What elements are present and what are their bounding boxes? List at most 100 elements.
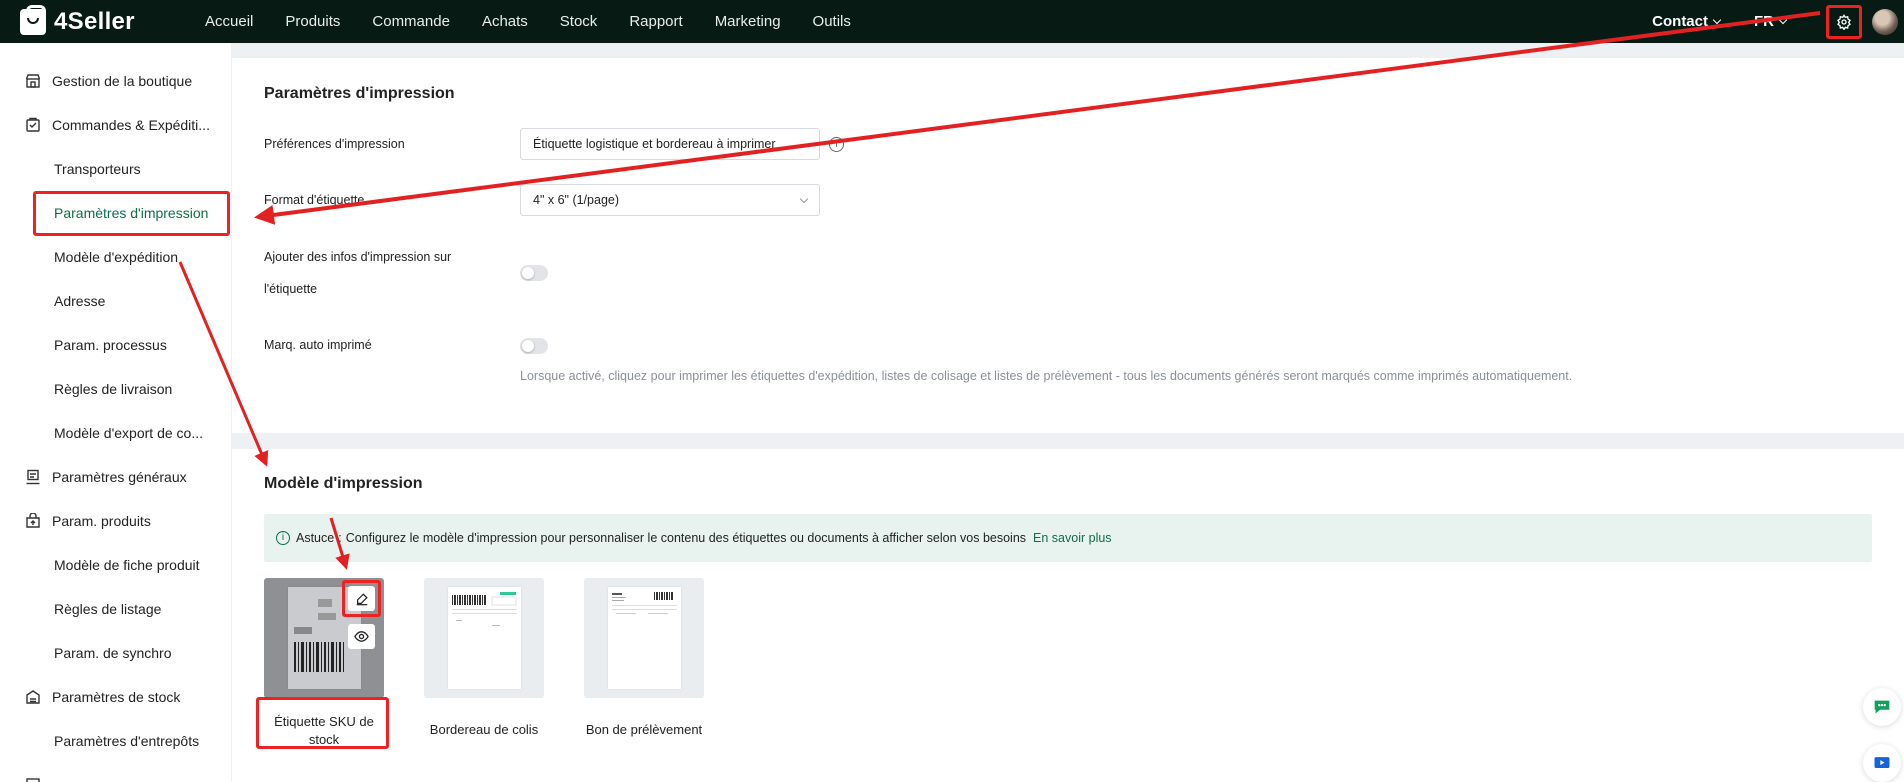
main-nav: Accueil Produits Commande Achats Stock R… xyxy=(205,13,883,30)
sidebar-item-label: Paramètres généraux xyxy=(52,469,187,485)
auto-mark-label: Marq. auto imprimé xyxy=(264,338,372,352)
sidebar-item-modele-expedition[interactable]: Modèle d'expédition xyxy=(0,235,231,279)
sidebar-item-label: Modèle d'expédition xyxy=(54,249,179,265)
auto-mark-hint: Lorsque activé, cliquez pour imprimer le… xyxy=(520,369,1573,383)
learn-more-link[interactable]: En savoir plus xyxy=(1033,531,1112,545)
sidebar-item-label: Règles de listage xyxy=(54,601,162,617)
sidebar-item-commandes-expedition[interactable]: Commandes & Expéditi... xyxy=(0,103,231,147)
nav-item-accueil[interactable]: Accueil xyxy=(205,13,253,30)
chevron-down-icon xyxy=(1712,15,1722,24)
settings-button[interactable] xyxy=(1826,4,1862,39)
template-label-packing-slip: Bordereau de colis xyxy=(429,722,539,737)
nav-item-rapport[interactable]: Rapport xyxy=(629,13,682,30)
sidebar-item-label: Règles de livraison xyxy=(54,381,173,397)
brand-logo[interactable]: 4Seller xyxy=(20,4,205,36)
tip-banner: i Astuce : Configurez le modèle d'impres… xyxy=(264,514,1872,562)
info-icon[interactable]: i xyxy=(829,137,844,152)
annotation-highlight-box xyxy=(33,191,230,236)
print-preference-value: Étiquette logistique et bordereau à impr… xyxy=(533,137,776,151)
chevron-down-icon xyxy=(1778,15,1788,24)
sidebar-item-label: Param. de synchro xyxy=(54,645,172,661)
sidebar-item-label: Adresse xyxy=(54,293,106,309)
template-thumbnail xyxy=(608,587,681,689)
sidebar-item-modele-fiche-produit[interactable]: Modèle de fiche produit xyxy=(0,543,231,587)
print-preference-label: Préférences d'impression xyxy=(264,137,405,151)
nav-item-achats[interactable]: Achats xyxy=(482,13,528,30)
nav-item-produits[interactable]: Produits xyxy=(285,13,340,30)
sidebar-item-label: Gestion de la boutique xyxy=(52,73,193,89)
gear-icon xyxy=(1837,13,1851,30)
tip-text: Configurez le modèle d'impression pour p… xyxy=(345,531,1027,545)
shopping-bag-icon xyxy=(20,4,46,35)
sidebar-item-label: Modèle de fiche produit xyxy=(54,557,200,573)
section-title: Modèle d'impression xyxy=(264,475,423,492)
video-icon xyxy=(1874,757,1890,768)
sidebar-item-label: Transporteurs xyxy=(54,161,141,177)
chevron-down-icon xyxy=(799,194,809,204)
nav-item-commande[interactable]: Commande xyxy=(372,13,450,30)
sidebar-item-parametres-stock[interactable]: Paramètres de stock xyxy=(0,675,231,719)
print-templates-panel: Modèle d'impression i Astuce : Configure… xyxy=(232,449,1904,782)
user-avatar[interactable] xyxy=(1872,8,1898,35)
sidebar-item-param-produits[interactable]: Param. produits xyxy=(0,499,231,543)
sidebar-item-label: Param. produits xyxy=(52,513,151,529)
nav-item-outils[interactable]: Outils xyxy=(813,13,851,30)
sidebar-item-transporteurs[interactable]: Transporteurs xyxy=(0,147,231,191)
label-format-select[interactable]: 4" x 6" (1/page) xyxy=(520,184,820,216)
eye-icon xyxy=(354,631,369,642)
contact-menu[interactable]: Contact xyxy=(1652,13,1722,30)
nav-item-marketing[interactable]: Marketing xyxy=(715,13,781,30)
sidebar-item-parametres-entrepots[interactable]: Paramètres d'entrepôts xyxy=(0,719,231,763)
sidebar-item-label: Param. processus xyxy=(54,337,167,353)
sidebar-item-adresse[interactable]: Adresse xyxy=(0,279,231,323)
template-card-packing-slip[interactable] xyxy=(424,578,544,698)
add-info-label-line1: Ajouter des infos d'impression sur xyxy=(264,250,452,264)
sidebar-item-gestion-boutique[interactable]: Gestion de la boutique xyxy=(0,59,231,103)
print-settings-panel: Paramètres d'impression Préférences d'im… xyxy=(232,58,1904,433)
sidebar-item-param-synchro[interactable]: Param. de synchro xyxy=(0,631,231,675)
sidebar-item-regles-listage[interactable]: Règles de listage xyxy=(0,587,231,631)
add-info-label-line2: l'étiquette xyxy=(264,282,318,296)
language-label: FR xyxy=(1754,13,1774,30)
annotation-highlight-box xyxy=(256,697,389,749)
tip-prefix: Astuce xyxy=(296,531,335,545)
contact-label: Contact xyxy=(1652,13,1708,30)
orders-icon xyxy=(24,116,42,134)
picking-list-preview xyxy=(612,592,677,614)
preview-template-button[interactable] xyxy=(348,624,375,649)
generic-settings-icon xyxy=(24,776,42,782)
tip-separator: : xyxy=(338,531,342,545)
template-card-picking-list[interactable] xyxy=(584,578,704,698)
info-icon: i xyxy=(276,531,290,545)
video-tutorial-button[interactable] xyxy=(1863,744,1901,782)
auto-mark-toggle[interactable] xyxy=(520,338,548,354)
sidebar-item-regles-livraison[interactable]: Règles de livraison xyxy=(0,367,231,411)
brand-name: 4Seller xyxy=(54,7,135,35)
sidebar-item-label: Commandes & Expéditi... xyxy=(52,117,210,133)
chat-support-button[interactable] xyxy=(1863,688,1901,726)
template-label-picking-list: Bon de prélèvement xyxy=(585,722,703,737)
annotation-highlight-box xyxy=(342,580,381,617)
language-selector[interactable]: FR xyxy=(1754,13,1788,30)
sidebar-item-label: Paramètres d'entrepôts xyxy=(54,733,200,749)
top-right-actions: Contact FR xyxy=(1652,0,1904,43)
nav-item-stock[interactable]: Stock xyxy=(560,13,598,30)
sidebar-item-partial[interactable] xyxy=(0,763,231,782)
product-icon xyxy=(24,512,42,530)
sidebar-item-modele-export[interactable]: Modèle d'export de co... xyxy=(0,411,231,455)
top-navigation-bar: 4Seller Accueil Produits Commande Achats… xyxy=(0,0,1904,43)
sidebar-item-param-processus[interactable]: Param. processus xyxy=(0,323,231,367)
sidebar-item-label: Modèle d'export de co... xyxy=(54,425,203,441)
section-title: Paramètres d'impression xyxy=(264,85,455,102)
chat-icon xyxy=(1874,700,1890,714)
template-thumbnail xyxy=(448,587,521,689)
stock-icon xyxy=(24,688,42,706)
sidebar-item-label: Paramètres de stock xyxy=(52,689,181,705)
sidebar-item-parametres-generaux[interactable]: Paramètres généraux xyxy=(0,455,231,499)
settings-sidebar: Gestion de la boutique Commandes & Expéd… xyxy=(0,43,231,782)
packing-slip-preview xyxy=(452,592,517,626)
print-preference-select[interactable]: Étiquette logistique et bordereau à impr… xyxy=(520,128,820,160)
label-format-label: Format d'étiquette xyxy=(264,193,365,207)
add-info-toggle[interactable] xyxy=(520,265,548,281)
label-format-value: 4" x 6" (1/page) xyxy=(533,193,620,207)
